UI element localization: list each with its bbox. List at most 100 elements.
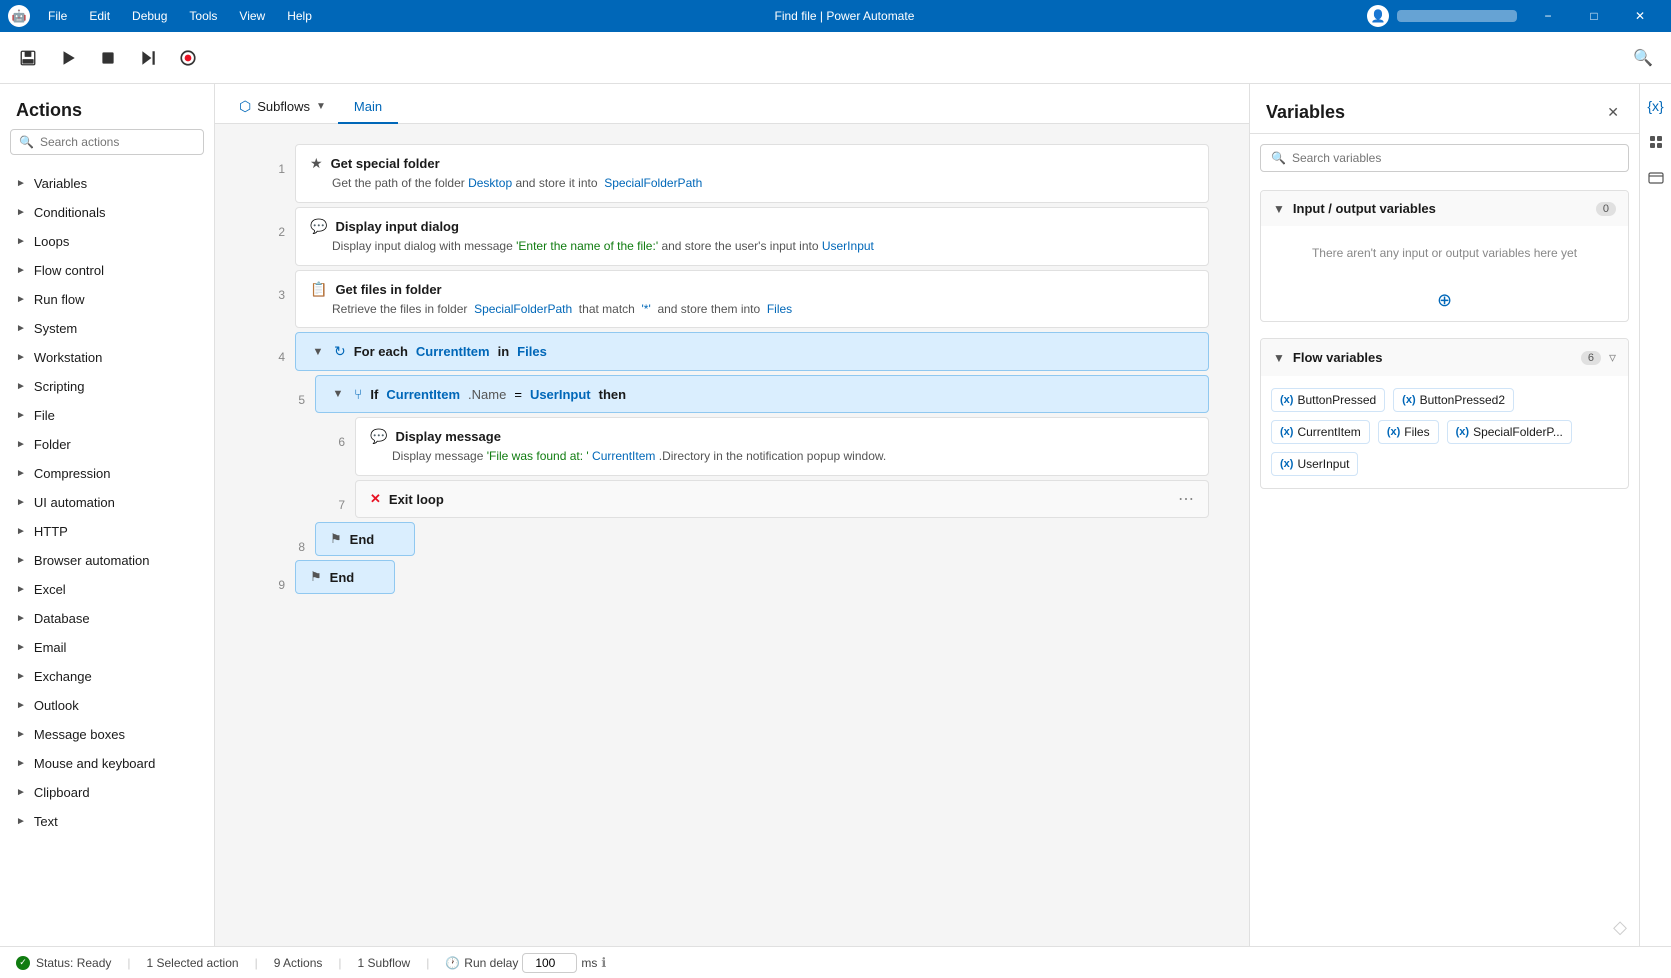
var-chip-label: CurrentItem [1297,425,1360,439]
variables-search-input[interactable] [1292,151,1618,165]
flow-variables-section-header[interactable]: ▼ Flow variables 6 ▿ [1261,339,1628,376]
filter-icon[interactable]: ▿ [1609,349,1616,366]
var-chip-label: UserInput [1297,457,1349,471]
step-more-icon[interactable]: ⋯ [1178,489,1194,509]
menu-help[interactable]: Help [277,5,322,27]
flow-variables-section: ▼ Flow variables 6 ▿ (x) ButtonPressed (… [1260,338,1629,489]
input-output-section: ▼ Input / output variables 0 There aren'… [1260,190,1629,322]
menu-view[interactable]: View [229,5,275,27]
maximize-button[interactable]: □ [1571,0,1617,32]
action-group-conditionals[interactable]: ► Conditionals [0,198,214,227]
end-foreach-bar[interactable]: ⚑ End [295,560,395,594]
action-group-system[interactable]: ► System [0,314,214,343]
action-group-compression[interactable]: ► Compression [0,459,214,488]
menu-debug[interactable]: Debug [122,5,177,27]
errors-tab-button[interactable] [1642,164,1670,192]
variables-search-box[interactable]: 🔍 [1260,144,1629,172]
action-group-folder[interactable]: ► Folder [0,430,214,459]
action-group-database[interactable]: ► Database [0,604,214,633]
var-chip-files[interactable]: (x) Files [1378,420,1439,444]
action-group-message-boxes[interactable]: ► Message boxes [0,720,214,749]
chevron-right-icon: ► [16,468,26,479]
action-group-http[interactable]: ► HTTP [0,517,214,546]
status-label: Status: Ready [36,956,111,970]
action-group-email[interactable]: ► Email [0,633,214,662]
collapse-if-button[interactable]: ▼ [330,386,346,402]
io-count-badge: 0 [1596,202,1616,216]
flow-step-5: 5 ▼ ⑂ If CurrentItem .Name = UserInput t… [275,375,1209,413]
menu-file[interactable]: File [38,5,77,27]
status-sep-4: | [426,956,429,970]
action-group-file[interactable]: ► File [0,401,214,430]
record-button[interactable] [172,42,204,74]
var-chip-buttonpressed2[interactable]: (x) ButtonPressed2 [1393,388,1514,412]
step-card-6[interactable]: 💬 Display message Display message 'File … [355,417,1209,476]
actions-title: Actions [0,84,214,129]
var-chip-buttonpressed[interactable]: (x) ButtonPressed [1271,388,1385,412]
display-message-icon: 💬 [370,428,387,445]
action-group-scripting[interactable]: ► Scripting [0,372,214,401]
actions-search-box[interactable]: 🔍 [10,129,204,155]
action-group-variables[interactable]: ► Variables [0,169,214,198]
step-card-1[interactable]: ★ Get special folder Get the path of the… [295,144,1209,203]
collapse-for-each-button[interactable]: ▼ [310,344,326,360]
user-name-blurred [1397,10,1517,22]
step-desc-3: Retrieve the files in folder SpecialFold… [332,301,1194,318]
exit-loop-bar[interactable]: ✕ Exit loop ⋯ [355,480,1209,518]
window-title: Find file | Power Automate [322,9,1367,23]
actions-search-input[interactable] [40,135,195,149]
action-group-excel[interactable]: ► Excel [0,575,214,604]
info-icon[interactable]: ℹ [601,955,606,971]
step-number-1: 1 [255,144,285,176]
action-group-text[interactable]: ► Text [0,807,214,836]
var-chip-userinput[interactable]: (x) UserInput [1271,452,1358,476]
var-chip-label: Files [1404,425,1429,439]
var-chip-label: ButtonPressed2 [1420,393,1505,407]
assets-tab-button[interactable] [1642,128,1670,156]
end-if-bar[interactable]: ⚑ End [315,522,415,556]
step-card-2[interactable]: 💬 Display input dialog Display input dia… [295,207,1209,266]
input-output-section-header[interactable]: ▼ Input / output variables 0 [1261,191,1628,226]
subflows-tab[interactable]: ⬡ Subflows ▼ [227,90,338,123]
tab-main[interactable]: Main [338,91,398,124]
action-group-run-flow[interactable]: ► Run flow [0,285,214,314]
var-chip-specialfolderpath[interactable]: (x) SpecialFolderP... [1447,420,1572,444]
run-delay-input[interactable] [522,953,577,973]
step-number-9: 9 [255,560,285,592]
variables-close-button[interactable]: ✕ [1603,100,1623,125]
step-title-3: Get files in folder [335,282,441,297]
status-ready: Status: Ready [16,956,111,970]
stop-button[interactable] [92,42,124,74]
action-group-clipboard[interactable]: ► Clipboard [0,778,214,807]
save-button[interactable] [12,42,44,74]
flow-canvas: 1 ★ Get special folder Get the path of t… [215,124,1249,946]
end-foreach-label: End [330,570,355,585]
io-add-button[interactable]: ⊕ [1261,280,1628,321]
titlebar: 🤖 File Edit Debug Tools View Help Find f… [0,0,1671,32]
step-card-3[interactable]: 📋 Get files in folder Retrieve the files… [295,270,1209,329]
action-group-exchange[interactable]: ► Exchange [0,662,214,691]
chevron-right-icon: ► [16,787,26,798]
action-group-mouse-keyboard[interactable]: ► Mouse and keyboard [0,749,214,778]
action-group-outlook[interactable]: ► Outlook [0,691,214,720]
if-bar[interactable]: ▼ ⑂ If CurrentItem .Name = UserInput the… [315,375,1209,413]
action-group-browser-automation[interactable]: ► Browser automation [0,546,214,575]
for-each-bar[interactable]: ▼ ↻ For each CurrentItem in Files [295,332,1209,371]
foreach-var2: Files [517,344,547,359]
var-chip-currentitem[interactable]: (x) CurrentItem [1271,420,1370,444]
action-group-loops[interactable]: ► Loops [0,227,214,256]
canvas-search-button[interactable]: 🔍 [1627,42,1659,74]
menu-edit[interactable]: Edit [79,5,120,27]
minimize-button[interactable]: − [1525,0,1571,32]
run-button[interactable] [52,42,84,74]
action-group-flow-control[interactable]: ► Flow control [0,256,214,285]
action-group-ui-automation[interactable]: ► UI automation [0,488,214,517]
close-button[interactable]: ✕ [1617,0,1663,32]
next-step-button[interactable] [132,42,164,74]
flow-step-4: 4 ▼ ↻ For each CurrentItem in Files [255,332,1209,371]
action-group-workstation[interactable]: ► Workstation [0,343,214,372]
step-number-7: 7 [315,480,345,512]
menu-tools[interactable]: Tools [179,5,227,27]
if-container: ▼ ⑂ If CurrentItem .Name = UserInput the… [315,375,1209,413]
variables-tab-button[interactable]: {x} [1642,92,1670,120]
